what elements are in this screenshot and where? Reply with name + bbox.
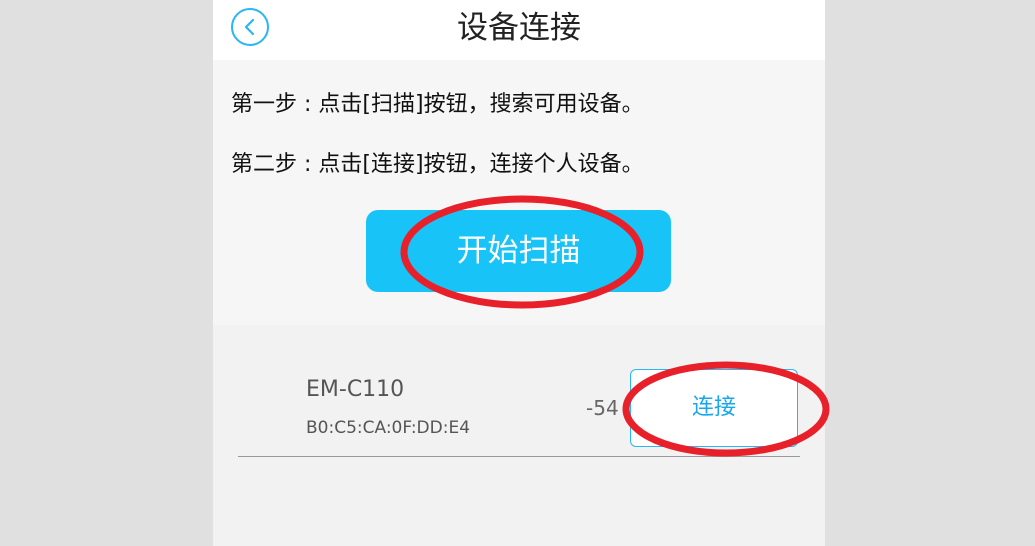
page-title: 设备连接 [457,10,581,46]
connect-button[interactable]: 连接 [630,369,798,447]
start-scan-button[interactable]: 开始扫描 [366,210,671,292]
device-mac-address: B0:C5:CA:0F:DD:E4 [306,418,471,438]
header-bar: 设备连接 [213,0,825,60]
step-two-text: 第二步 : 点击[连接]按钮，连接个人设备。 [231,152,644,177]
device-name: EM-C110 [306,377,405,402]
step-one-text: 第一步 : 点击[扫描]按钮，搜索可用设备。 [231,92,644,117]
device-list: EM-C110 B0:C5:CA:0F:DD:E4 -54 连接 [213,325,825,546]
list-item: EM-C110 B0:C5:CA:0F:DD:E4 -54 连接 [238,325,800,457]
instructions-panel: 第一步 : 点击[扫描]按钮，搜索可用设备。 第二步 : 点击[连接]按钮，连接… [213,60,825,325]
app-screen: 设备连接 第一步 : 点击[扫描]按钮，搜索可用设备。 第二步 : 点击[连接]… [213,0,825,546]
device-signal-strength: -54 [586,396,619,420]
